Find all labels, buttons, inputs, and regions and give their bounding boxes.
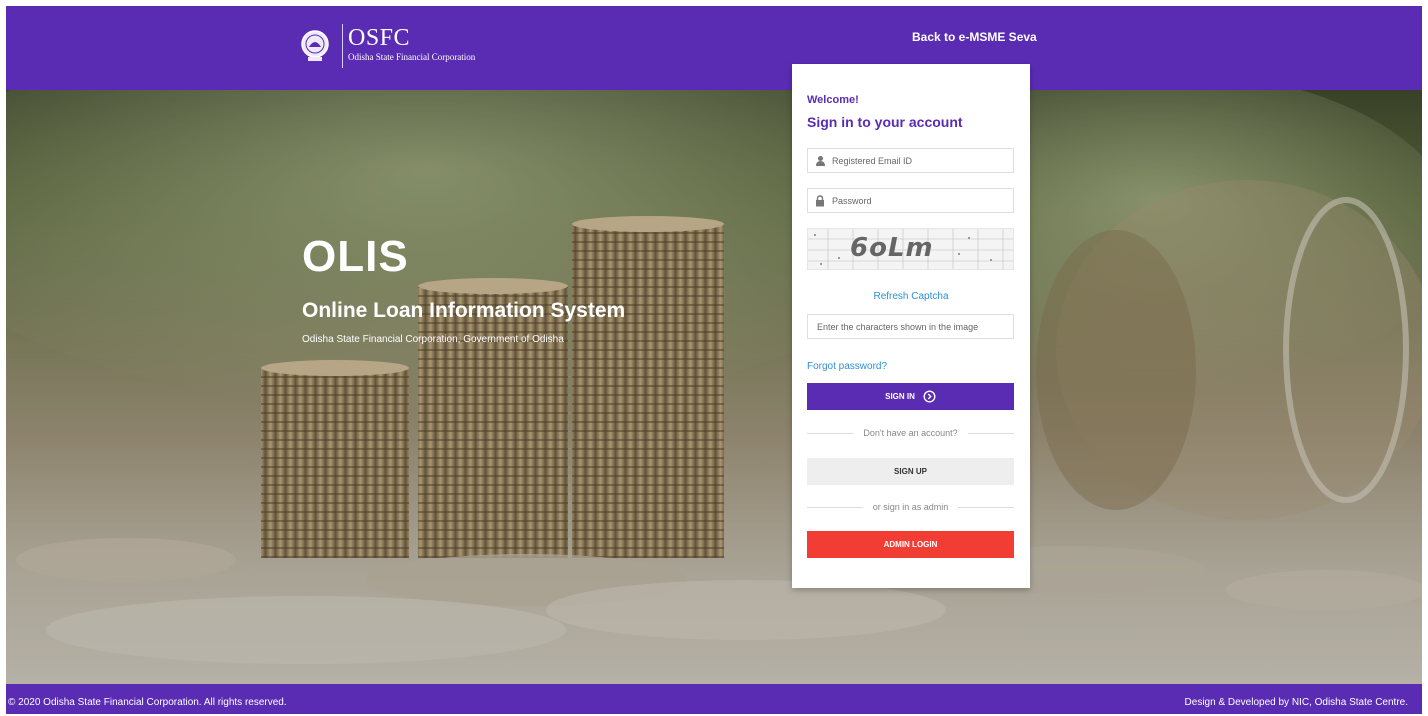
admin-login-button[interactable]: ADMIN LOGIN [807, 531, 1014, 558]
copyright-text: © 2020 Odisha State Financial Corporatio… [8, 697, 287, 708]
arrow-circle-right-icon [923, 390, 936, 403]
email-field [807, 148, 1014, 173]
login-card: Welcome! Sign in to your account Registe… [792, 64, 1030, 588]
password-input[interactable] [832, 195, 1012, 206]
welcome-text: Welcome! [807, 94, 859, 106]
user-icon [808, 149, 832, 172]
logo-divider [342, 24, 343, 68]
admin-divider-text: or sign in as admin [872, 502, 949, 512]
brand-subtitle: Odisha State Financial Corporation [348, 52, 476, 62]
admin-divider: or sign in as admin [807, 502, 1015, 512]
captcha-text: 6oLm [850, 233, 934, 263]
top-header: OSFC Odisha State Financial Corporation … [6, 6, 1422, 90]
hero-overlay [6, 90, 1422, 684]
brand-logo: OSFC Odisha State Financial Corporation [348, 26, 475, 63]
back-to-emsme-link[interactable]: Back to e-MSME Seva [912, 30, 1037, 44]
forgot-password-link[interactable]: Forgot password? [807, 361, 887, 372]
brand-name: OSFC [348, 25, 411, 51]
hero-subtitle: Online Loan Information System [302, 299, 626, 322]
hero-title: OLIS [302, 232, 409, 281]
refresh-captcha-link[interactable]: Refresh Captcha [792, 291, 1030, 302]
no-account-text: Don't have an account? [863, 428, 958, 438]
footer: © 2020 Odisha State Financial Corporatio… [6, 684, 1422, 714]
captcha-field [807, 314, 1014, 339]
email-input[interactable] [832, 155, 1012, 166]
captcha-input[interactable] [808, 321, 1008, 332]
lock-icon [808, 189, 832, 212]
hero-caption: Odisha State Financial Corporation, Gove… [302, 334, 564, 345]
no-account-divider: Don't have an account? [807, 428, 1015, 438]
emblem-icon [301, 30, 329, 61]
signin-heading: Sign in to your account [807, 114, 963, 130]
password-field [807, 188, 1014, 213]
credits-text: Design & Developed by NIC, Odisha State … [1184, 697, 1408, 708]
signin-button[interactable]: SIGN IN [807, 383, 1014, 410]
signup-button[interactable]: SIGN UP [807, 458, 1014, 485]
captcha-image: 6oLm [807, 228, 1014, 270]
page: OSFC Odisha State Financial Corporation … [6, 6, 1422, 714]
hero-background: OLIS Online Loan Information System Odis… [6, 90, 1422, 684]
signin-button-label: SIGN IN [885, 392, 915, 401]
